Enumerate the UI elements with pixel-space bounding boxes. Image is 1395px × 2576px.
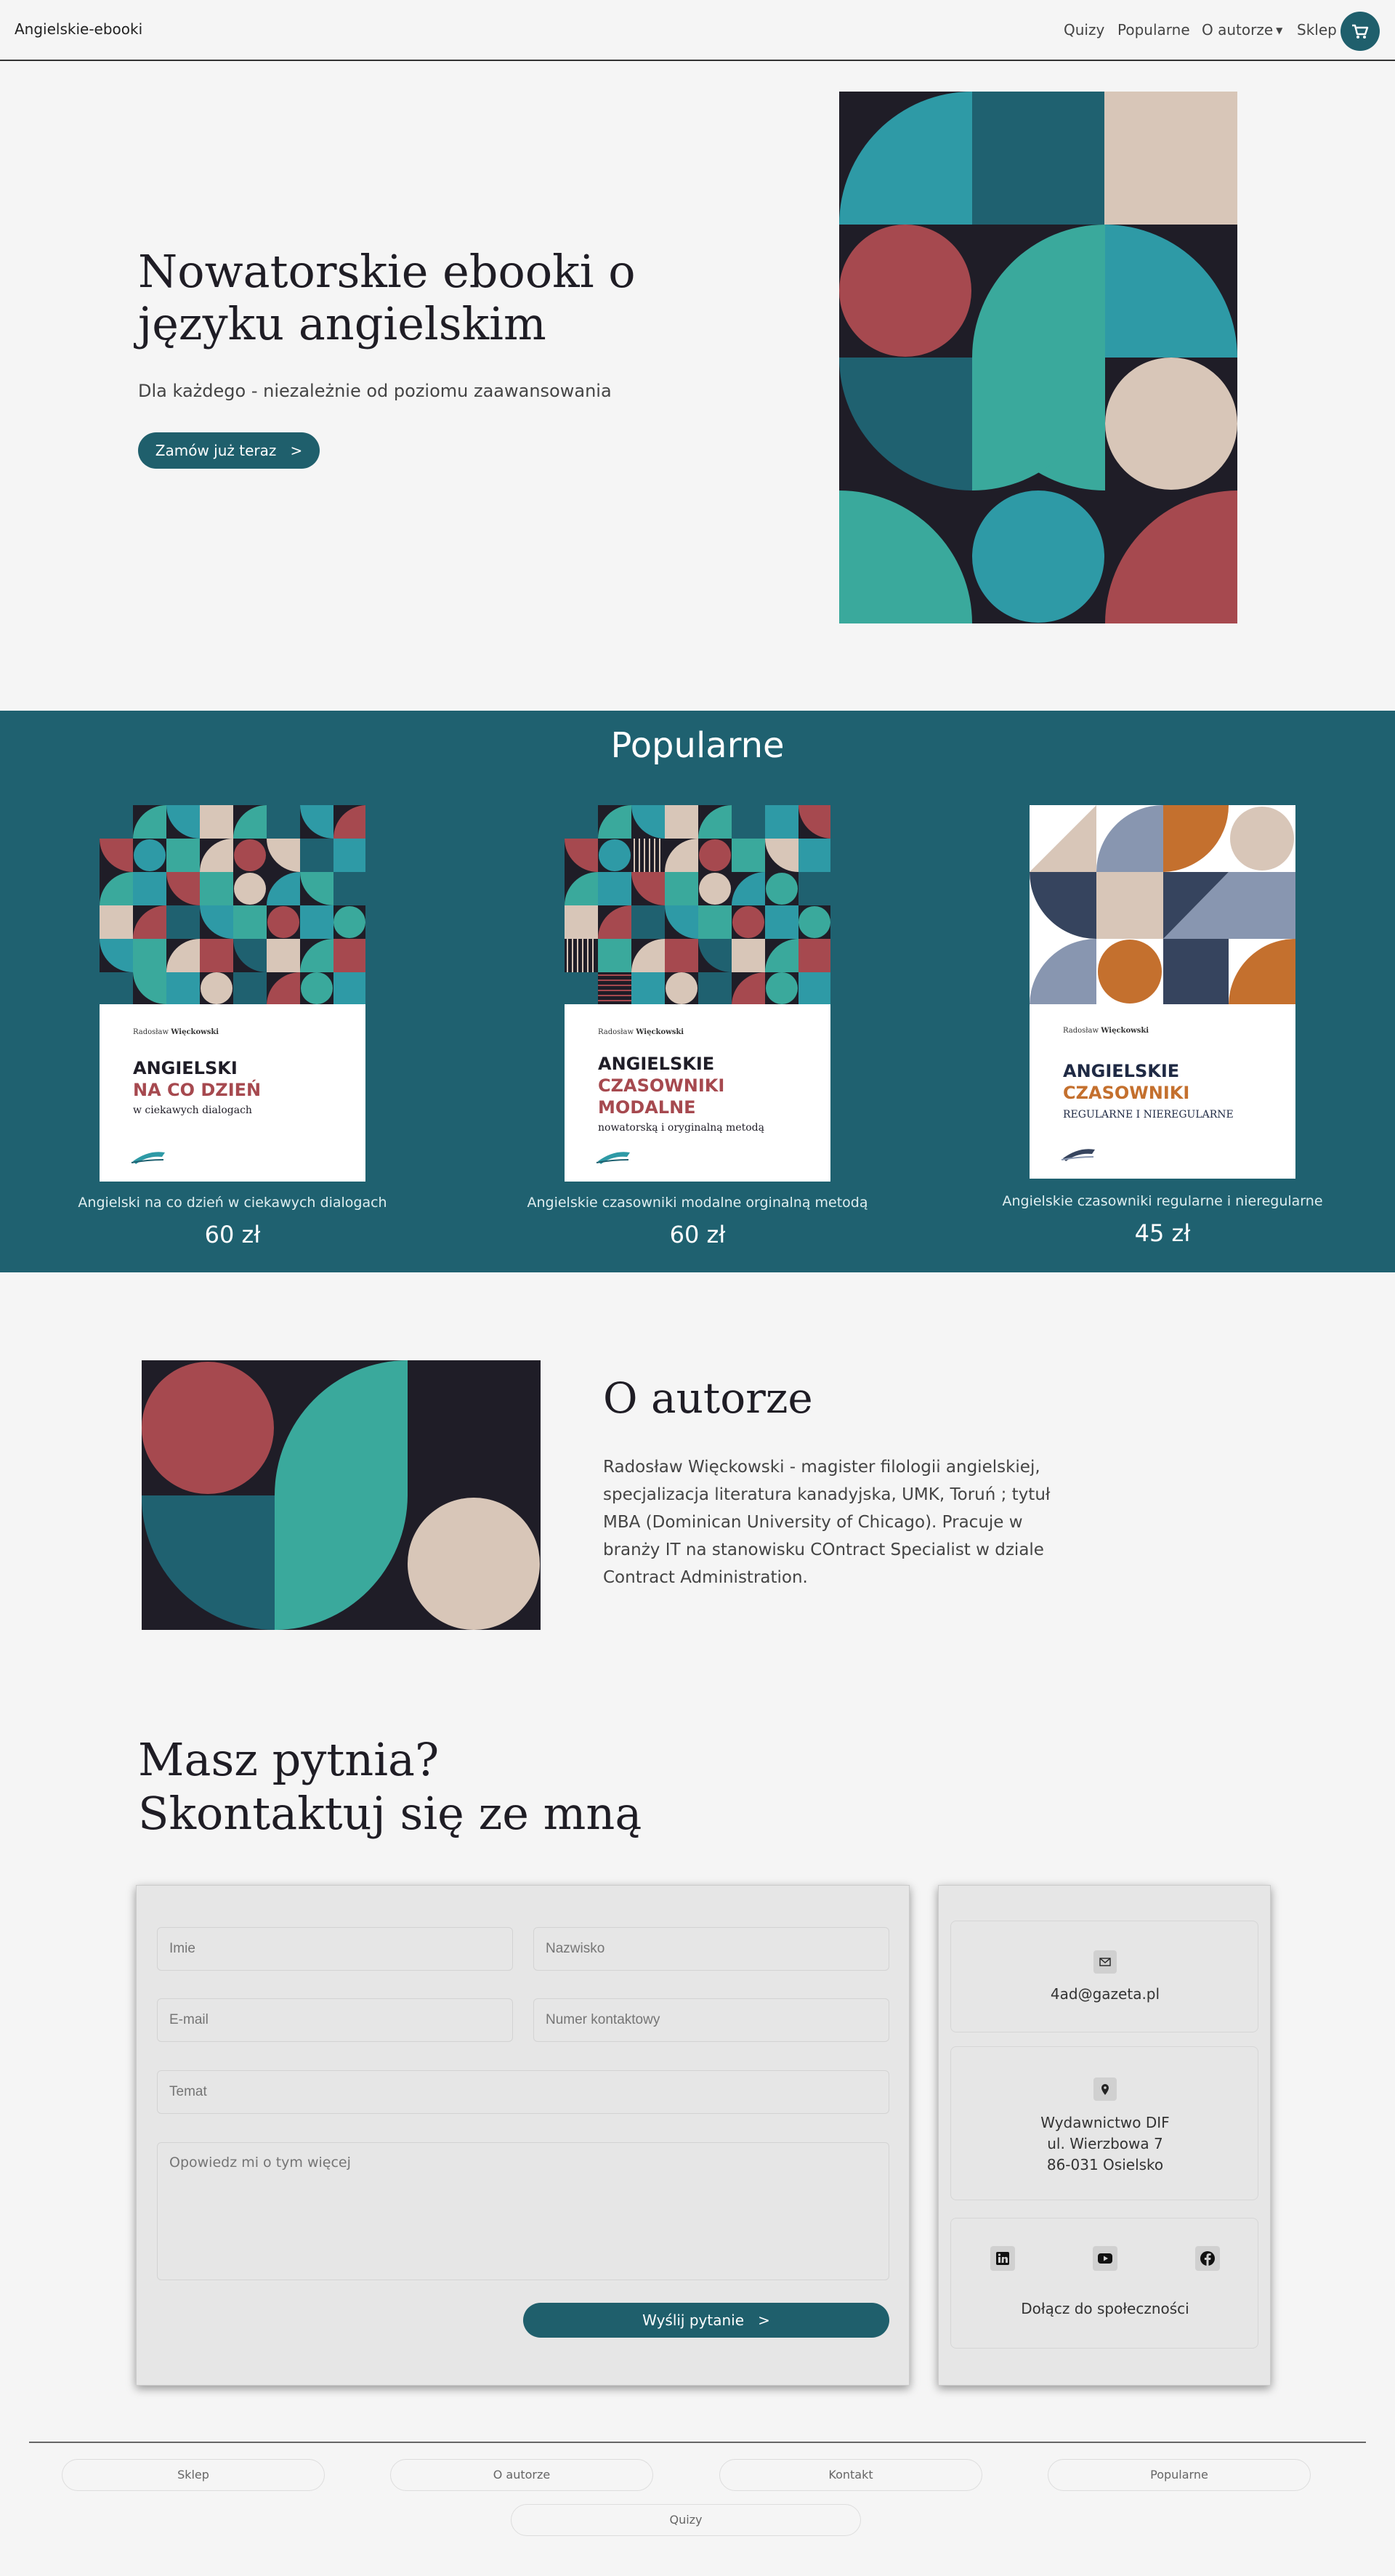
cover-title-line2: CZASOWNIKI bbox=[1063, 1083, 1190, 1103]
subject-field[interactable] bbox=[157, 2070, 889, 2114]
cover-title-line1: ANGIELSKIE bbox=[598, 1054, 715, 1074]
cover-author: Radosław Więckowski bbox=[1063, 1027, 1149, 1035]
nav-dropdown-label: O autorze bbox=[1202, 21, 1274, 39]
about-text: Radosław Więckowski - magister filologii… bbox=[603, 1458, 1051, 1587]
nav-link-sklep[interactable]: Sklep bbox=[1297, 21, 1337, 39]
popular-title: Popularne bbox=[610, 725, 785, 766]
product-name-3[interactable]: Angielskie czasowniki regularne i niereg… bbox=[930, 1193, 1395, 1209]
cover-pattern bbox=[1030, 805, 1295, 1004]
cover-title-line2: CZASOWNIKI bbox=[598, 1075, 725, 1096]
cover-title-line1: ANGIELSKIE bbox=[1063, 1061, 1180, 1081]
nav-dropdown-o-autorze[interactable]: O autorze ▼ bbox=[1202, 21, 1282, 39]
product-price-2: 60 zł bbox=[669, 1221, 726, 1248]
order-now-button[interactable]: Zamów już teraz > bbox=[138, 432, 320, 469]
footer-divider bbox=[29, 2442, 1366, 2443]
product-price-1: 60 zł bbox=[204, 1221, 261, 1248]
product-name-1[interactable]: Angielski na co dzień w ciekawych dialog… bbox=[0, 1195, 465, 1211]
nav-link-popularne[interactable]: Popularne bbox=[1117, 21, 1190, 39]
phone-field[interactable] bbox=[533, 1998, 889, 2042]
footer-link-o-autorze[interactable]: O autorze bbox=[390, 2459, 653, 2491]
send-question-button[interactable]: Wyślij pytanie > bbox=[523, 2303, 889, 2338]
cover-title-line1: ANGIELSKI bbox=[133, 1058, 238, 1078]
social-info-box: Dołącz do społeczności bbox=[950, 2218, 1258, 2349]
footer-link-sklep[interactable]: Sklep bbox=[62, 2459, 325, 2491]
address-info-box: Wydawnictwo DIF ul. Wierzbowa 7 86-031 O… bbox=[950, 2046, 1258, 2200]
caret-down-icon: ▼ bbox=[1276, 25, 1283, 36]
product-cover-2[interactable]: Radosław Więckowski ANGIELSKIE CZASOWNIK… bbox=[565, 805, 830, 1182]
cover-author: Radosław Więckowski bbox=[598, 1028, 684, 1036]
address-line3: 86-031 Osielsko bbox=[1046, 2156, 1164, 2173]
cover-subtitle: nowatorską i oryginalną metodą bbox=[598, 1122, 764, 1134]
product-name-2[interactable]: Angielskie czasowniki modalne orginalną … bbox=[465, 1195, 930, 1211]
about-title: O autorze bbox=[603, 1373, 813, 1423]
facebook-icon[interactable] bbox=[1195, 2246, 1220, 2271]
publisher-logo-icon bbox=[1061, 1149, 1095, 1161]
contact-title-line2: Skontaktuj się ze mną bbox=[138, 1787, 642, 1840]
envelope-icon bbox=[1093, 1950, 1117, 1974]
cover-title-line2: NA CO DZIEŃ bbox=[133, 1080, 262, 1100]
product-cover-3[interactable]: Radosław Więckowski ANGIELSKIE CZASOWNIK… bbox=[1030, 805, 1295, 1179]
footer-link-quizy[interactable]: Quizy bbox=[511, 2504, 861, 2536]
footer-link-kontakt[interactable]: Kontakt bbox=[719, 2459, 982, 2491]
contact-email[interactable]: 4ad@gazeta.pl bbox=[951, 1984, 1259, 2005]
last-name-field[interactable] bbox=[533, 1927, 889, 1971]
cover-subtitle: w ciekawych dialogach bbox=[133, 1105, 252, 1116]
footer-link-popularne[interactable]: Popularne bbox=[1048, 2459, 1311, 2491]
about-geometric-art bbox=[142, 1360, 541, 1630]
email-info-box: 4ad@gazeta.pl bbox=[950, 1921, 1258, 2032]
map-pin-icon bbox=[1093, 2078, 1117, 2101]
youtube-icon[interactable] bbox=[1093, 2246, 1117, 2271]
contact-title: Masz pytnia? Skontaktuj się ze mną bbox=[138, 1733, 642, 1841]
contact-title-line1: Masz pytnia? bbox=[138, 1733, 440, 1786]
message-field[interactable] bbox=[157, 2142, 889, 2280]
address-line2: ul. Wierzbowa 7 bbox=[1047, 2135, 1163, 2152]
email-field[interactable] bbox=[157, 1998, 513, 2042]
social-label: Dołącz do społeczności bbox=[1021, 2300, 1189, 2317]
product-price-3: 45 zł bbox=[1134, 1219, 1191, 1247]
first-name-field[interactable] bbox=[157, 1927, 513, 1971]
cover-author: Radosław Więckowski bbox=[133, 1028, 219, 1036]
cart-button[interactable] bbox=[1341, 12, 1380, 51]
publisher-logo-icon bbox=[596, 1152, 630, 1164]
cover-pattern bbox=[565, 805, 830, 1004]
nav-link-quizy[interactable]: Quizy bbox=[1064, 21, 1104, 39]
cover-subtitle: REGULARNE I NIEREGULARNE bbox=[1063, 1109, 1234, 1121]
publisher-logo-icon bbox=[131, 1152, 165, 1164]
hero-subtitle: Dla każdego - niezależnie od poziomu zaa… bbox=[138, 381, 612, 401]
hero-title: Nowatorskie ebooki o języku angielskim bbox=[138, 245, 636, 350]
product-cover-1[interactable]: Radosław Więckowski ANGIELSKI NA CO DZIE… bbox=[100, 805, 365, 1182]
cover-pattern bbox=[100, 805, 365, 1004]
cover-title-line3: MODALNE bbox=[598, 1097, 696, 1118]
cart-icon bbox=[1352, 24, 1369, 39]
hero-geometric-art bbox=[839, 92, 1237, 623]
brand-link[interactable]: Angielskie-ebooki bbox=[15, 20, 142, 38]
linkedin-icon[interactable] bbox=[990, 2246, 1015, 2271]
address-line1: Wydawnictwo DIF bbox=[1040, 2114, 1170, 2131]
